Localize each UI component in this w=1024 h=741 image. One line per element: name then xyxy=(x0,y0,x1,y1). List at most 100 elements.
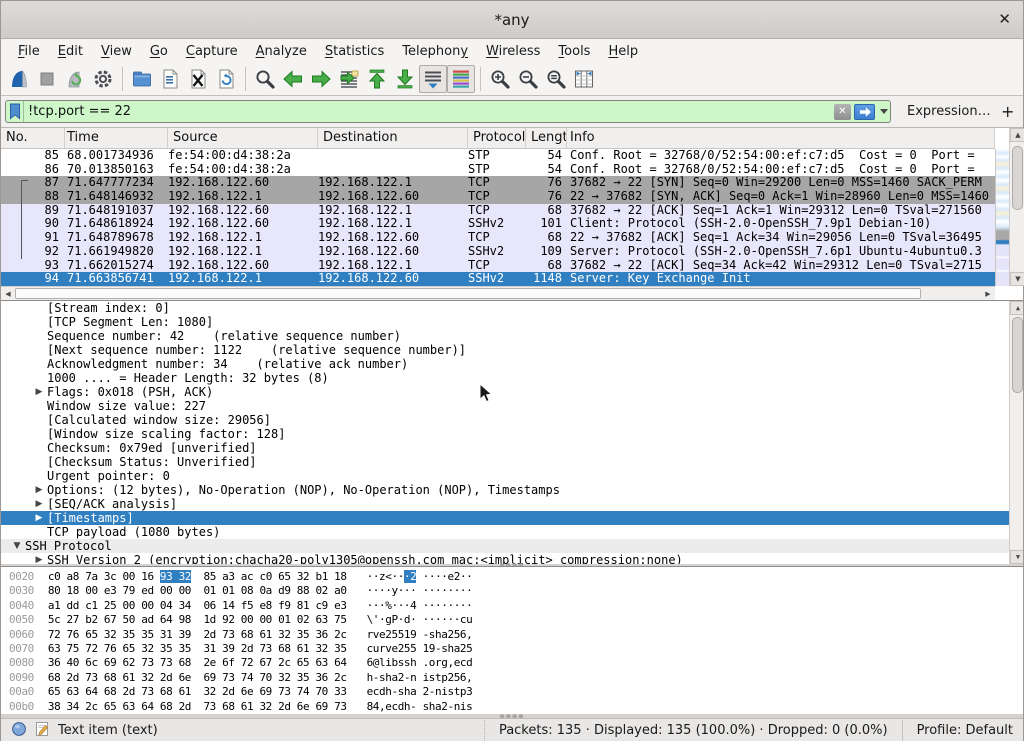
menu-statistics[interactable]: Statistics xyxy=(316,42,393,61)
go-back-icon[interactable] xyxy=(279,65,307,93)
menu-capture[interactable]: Capture xyxy=(177,42,247,61)
zoom-reset-icon[interactable] xyxy=(542,65,570,93)
packet-row[interactable]: 8771.647777234192.168.122.60192.168.122.… xyxy=(1,176,995,190)
stop-capture-icon[interactable] xyxy=(33,65,61,93)
scroll-down-icon[interactable]: ▼ xyxy=(1010,550,1023,564)
packet-row[interactable]: 8568.001734936fe:54:00:d4:38:2aSTP54Conf… xyxy=(1,149,995,163)
hex-row[interactable]: 006072 76 65 32 35 35 31 39 2d 73 68 61 … xyxy=(1,628,1023,642)
details-vscrollbar[interactable]: ▲ ▼ xyxy=(1009,301,1023,564)
column-header-destination[interactable]: Destination xyxy=(318,128,468,148)
save-file-icon[interactable] xyxy=(156,65,184,93)
expander-right-icon[interactable]: ▶ xyxy=(31,553,47,564)
scrollbar-thumb[interactable] xyxy=(1012,146,1023,210)
packet-row[interactable]: 8871.648146932192.168.122.1192.168.122.6… xyxy=(1,190,995,204)
column-header-source[interactable]: Source xyxy=(168,128,318,148)
packet-row[interactable]: 9171.648789678192.168.122.1192.168.122.6… xyxy=(1,231,995,245)
detail-line[interactable]: Checksum: 0x79ed [unverified] xyxy=(1,441,1009,455)
close-file-icon[interactable] xyxy=(184,65,212,93)
zoom-in-icon[interactable] xyxy=(486,65,514,93)
hex-row[interactable]: 008036 40 6c 69 62 73 73 68 2e 6f 72 67 … xyxy=(1,656,1023,670)
filter-history-dropdown-icon[interactable] xyxy=(878,103,890,121)
detail-line[interactable]: ▶Options: (12 bytes), No-Operation (NOP)… xyxy=(1,483,1009,497)
packet-row[interactable]: 9471.663856741192.168.122.1192.168.122.6… xyxy=(1,272,995,286)
detail-line[interactable]: [Stream index: 0] xyxy=(1,301,1009,315)
packet-list-hscrollbar[interactable]: ◀ ▶ xyxy=(1,286,995,300)
detail-line[interactable]: ▶[Timestamps] xyxy=(1,511,1009,525)
capture-comment-icon[interactable] xyxy=(35,721,50,741)
start-capture-icon[interactable] xyxy=(5,65,33,93)
scrollbar-thumb[interactable] xyxy=(1012,317,1023,393)
packet-row[interactable]: 9371.662015274192.168.122.60192.168.122.… xyxy=(1,259,995,273)
detail-line[interactable]: Urgent pointer: 0 xyxy=(1,469,1009,483)
title-bar[interactable]: *any ✕ xyxy=(1,1,1023,39)
hex-row[interactable]: 009068 2d 73 68 61 32 2d 6e 69 73 74 70 … xyxy=(1,671,1023,685)
reload-file-icon[interactable] xyxy=(212,65,240,93)
scrollbar-thumb[interactable] xyxy=(15,288,921,299)
menu-wireless[interactable]: Wireless xyxy=(477,42,549,61)
filter-clear-icon[interactable]: ✕ xyxy=(834,104,851,120)
restart-capture-icon[interactable] xyxy=(61,65,89,93)
menu-view[interactable]: View xyxy=(92,42,141,61)
capture-options-icon[interactable] xyxy=(89,65,117,93)
menu-file[interactable]: File xyxy=(9,42,49,61)
scroll-down-icon[interactable]: ▼ xyxy=(1010,272,1024,286)
column-header-no[interactable]: No. xyxy=(1,128,65,148)
packet-row[interactable]: 9071.648618924192.168.122.60192.168.122.… xyxy=(1,217,995,231)
go-to-first-icon[interactable] xyxy=(363,65,391,93)
column-header-time[interactable]: Time xyxy=(65,128,168,148)
menu-analyze[interactable]: Analyze xyxy=(247,42,316,61)
zoom-out-icon[interactable] xyxy=(514,65,542,93)
scroll-up-icon[interactable]: ▲ xyxy=(1010,128,1024,142)
go-to-packet-icon[interactable] xyxy=(335,65,363,93)
expander-right-icon[interactable]: ▶ xyxy=(31,483,47,497)
detail-line[interactable]: [Next sequence number: 1122 (relative se… xyxy=(1,343,1009,357)
hex-row[interactable]: 00b038 34 2c 65 63 64 68 2d 73 68 61 32 … xyxy=(1,700,1023,714)
detail-line[interactable]: [Calculated window size: 29056] xyxy=(1,413,1009,427)
hex-row[interactable]: 0020c0 a8 7a 3c 00 16 93 32 85 a3 ac c0 … xyxy=(1,570,1023,584)
auto-scroll-icon[interactable] xyxy=(419,65,447,93)
expander-right-icon[interactable]: ▶ xyxy=(31,497,47,511)
column-header-length[interactable]: Length xyxy=(526,128,567,148)
profile-label[interactable]: Profile: Default xyxy=(902,720,1023,741)
hex-row[interactable]: 007063 75 72 76 65 32 35 35 31 39 2d 73 … xyxy=(1,642,1023,656)
find-packet-icon[interactable] xyxy=(251,65,279,93)
intelligent-scrollbar[interactable] xyxy=(995,149,1009,286)
display-filter-input[interactable] xyxy=(24,104,834,119)
expert-info-icon[interactable] xyxy=(11,721,27,741)
hex-row[interactable]: 003080 18 00 e3 79 ed 00 00 01 01 08 0a … xyxy=(1,584,1023,598)
detail-line[interactable]: ▶[SEQ/ACK analysis] xyxy=(1,497,1009,511)
scroll-up-icon[interactable]: ▲ xyxy=(1010,301,1023,315)
resize-columns-icon[interactable] xyxy=(570,65,598,93)
hex-row[interactable]: 00a065 63 64 68 2d 73 68 61 32 2d 6e 69 … xyxy=(1,685,1023,699)
add-filter-button[interactable]: + xyxy=(1001,102,1014,121)
expression-button[interactable]: Expression… xyxy=(907,104,991,119)
menu-help[interactable]: Help xyxy=(599,42,647,61)
close-icon[interactable]: ✕ xyxy=(998,10,1011,28)
filter-apply-icon[interactable] xyxy=(854,104,875,120)
colorize-icon[interactable] xyxy=(447,65,475,93)
detail-line[interactable]: ▶Flags: 0x018 (PSH, ACK) xyxy=(1,385,1009,399)
display-filter-box[interactable]: ✕ xyxy=(5,100,891,123)
detail-line[interactable]: [Checksum Status: Unverified] xyxy=(1,455,1009,469)
menu-edit[interactable]: Edit xyxy=(49,42,92,61)
menu-go[interactable]: Go xyxy=(141,42,177,61)
hex-row[interactable]: 00505c 27 b2 67 50 ad 64 98 1d 92 00 00 … xyxy=(1,613,1023,627)
menu-tools[interactable]: Tools xyxy=(549,42,599,61)
detail-line[interactable]: [Window size scaling factor: 128] xyxy=(1,427,1009,441)
column-header-protocol[interactable]: Protocol xyxy=(468,128,526,148)
packet-list-header[interactable]: No.TimeSourceDestinationProtocolLengthIn… xyxy=(1,128,995,149)
open-file-icon[interactable] xyxy=(128,65,156,93)
detail-line[interactable]: ▼SSH Protocol xyxy=(1,539,1009,553)
packet-row[interactable]: 8670.013850163fe:54:00:d4:38:2aSTP54Conf… xyxy=(1,163,995,177)
packet-list-vscrollbar[interactable]: ▲ ▼ xyxy=(1009,128,1024,286)
scroll-left-icon[interactable]: ◀ xyxy=(1,287,15,300)
detail-line[interactable]: Acknowledgment number: 34 (relative ack … xyxy=(1,357,1009,371)
expander-down-icon[interactable]: ▼ xyxy=(9,539,25,553)
go-to-last-icon[interactable] xyxy=(391,65,419,93)
detail-line[interactable]: [TCP Segment Len: 1080] xyxy=(1,315,1009,329)
scroll-right-icon[interactable]: ▶ xyxy=(981,287,995,300)
detail-line[interactable]: Window size value: 227 xyxy=(1,399,1009,413)
detail-line[interactable]: TCP payload (1080 bytes) xyxy=(1,525,1009,539)
column-header-info[interactable]: Info xyxy=(567,128,995,148)
filter-bookmark-icon[interactable] xyxy=(6,101,24,122)
